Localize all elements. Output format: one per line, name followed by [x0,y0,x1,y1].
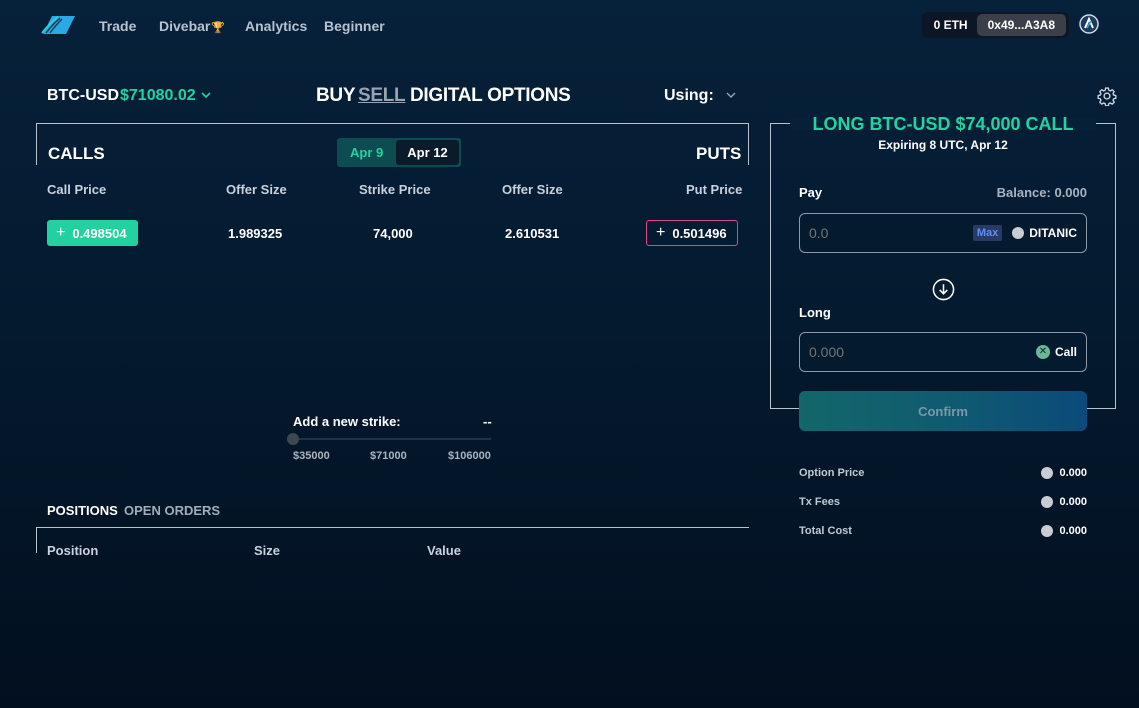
col-put-price: Put Price [686,182,743,197]
long-field[interactable]: ✕ Call [799,332,1087,372]
puts-title: PUTS [696,144,742,163]
wallet-balance: 0 ETH [933,18,968,32]
col-call-price: Call Price [47,182,107,197]
pair-price[interactable]: $71080.02 [120,87,196,105]
nav-divebar[interactable]: Divebar🏆 [159,18,225,34]
option-price-value: 0.000 [1041,467,1087,479]
col-call-offer-size: Offer Size [226,182,287,197]
sell-toggle[interactable]: SELL [358,85,406,107]
call-offer-size: 1.989325 [228,226,283,241]
pay-token[interactable]: DITANIC [1029,226,1077,240]
total-cost-amount: 0.000 [1059,525,1087,537]
pay-balance: Balance: 0.000 [996,185,1087,200]
token-coin-icon [1041,525,1054,537]
confirm-button[interactable]: Confirm [799,391,1087,431]
using-label[interactable]: Using: [664,87,714,105]
option-price-amount: 0.000 [1059,467,1087,479]
calls-title: CALLS [48,144,105,163]
col-value: Value [427,543,461,558]
pay-label: Pay [799,185,823,200]
add-strike-label: Add a new strike: [293,414,401,429]
nav-divebar-label: Divebar [159,18,211,34]
strike-price-value: 74,000 [373,226,413,241]
using-chevron-down-icon[interactable] [726,91,736,99]
positions-frame-edge [36,527,37,553]
slider-tick-max: $106000 [448,450,491,462]
wallet-address[interactable]: 0x49...A3A8 [976,14,1066,36]
put-price-value: 0.501496 [672,225,727,241]
expiry-tabs: Apr 9 Apr 12 [337,138,461,167]
put-offer-size: 2.610531 [505,226,560,241]
nav-trade[interactable]: Trade [99,18,136,34]
col-put-offer-size: Offer Size [502,182,563,197]
tx-fees-label: Tx Fees [799,496,840,508]
order-title: LONG BTC-USD $74,000 CALL [812,114,1074,134]
long-input[interactable] [809,344,1036,360]
buy-put-button[interactable]: + 0.501496 [646,220,738,246]
token-coin-icon [1041,496,1054,508]
trophy-icon: 🏆 [211,22,226,34]
tab-open-orders[interactable]: OPEN ORDERS [124,503,220,518]
total-cost-value: 0.000 [1041,525,1087,537]
tab-positions[interactable]: POSITIONS [47,503,118,518]
token-coin-icon [1041,467,1054,479]
add-strike-value: -- [483,414,492,429]
chevron-down-icon[interactable] [201,90,211,100]
call-token-icon: ✕ [1035,345,1050,359]
option-price-label: Option Price [799,467,865,479]
total-cost-label: Total Cost [799,525,852,537]
col-position: Position [47,543,99,558]
expiry-tab-apr9[interactable]: Apr 9 [339,140,394,165]
col-size: Size [254,543,281,558]
gear-icon[interactable] [1097,86,1117,106]
nav-analytics[interactable]: Analytics [245,18,307,34]
positions-divider [36,527,749,528]
nav-beginner[interactable]: Beginner [324,18,385,34]
network-icon[interactable] [1079,14,1099,34]
max-button[interactable]: Max [972,225,1003,241]
product-title: DIGITAL OPTIONS [410,85,571,106]
pay-input[interactable] [809,225,973,241]
buy-call-button[interactable]: + 0.498504 [47,220,138,246]
strike-slider-thumb[interactable] [287,433,299,445]
expiry-tab-apr12[interactable]: Apr 12 [396,140,459,165]
order-expiry: Expiring 8 UTC, Apr 12 [878,138,1008,152]
col-strike-price: Strike Price [359,182,431,197]
slider-tick-mid: $71000 [370,450,407,462]
tx-fees-value: 0.000 [1041,496,1087,508]
plus-icon: + [56,224,66,241]
wallet-widget[interactable]: 0 ETH 0x49...A3A8 [921,12,1069,38]
call-price-value: 0.498504 [72,225,127,241]
pay-field[interactable]: Max DITANIC [799,213,1087,253]
logo-icon[interactable] [40,15,76,35]
slider-tick-min: $35000 [293,450,330,462]
plus-icon: + [656,224,666,241]
token-coin-icon [1012,227,1025,239]
tx-fees-amount: 0.000 [1059,496,1087,508]
buy-toggle[interactable]: BUY [316,85,356,107]
arrow-down-circle-icon[interactable] [932,278,955,301]
long-token: Call [1054,345,1077,359]
long-label: Long [799,305,831,320]
pair-name[interactable]: BTC-USD [47,87,119,105]
strike-slider-track[interactable] [293,438,491,440]
